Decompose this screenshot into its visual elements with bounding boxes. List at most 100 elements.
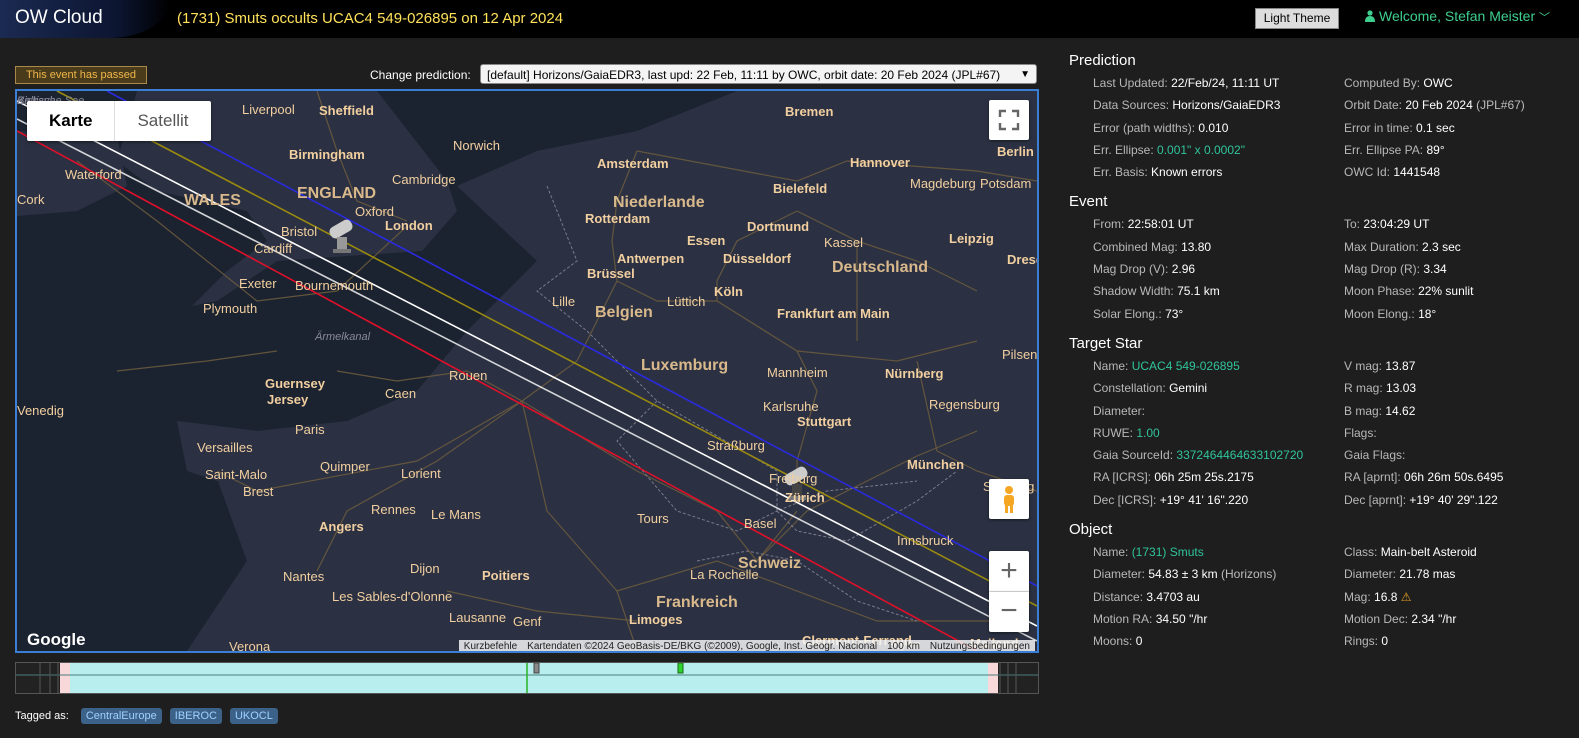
map-label: Les Sables-d'Olonne	[332, 589, 452, 604]
map-label: Liverpool	[242, 102, 295, 117]
info-value: 0.1 sec	[1416, 120, 1455, 135]
info-value: 0.010	[1198, 120, 1229, 135]
info-key: Name:	[1093, 545, 1129, 560]
map-label: Frankreich	[656, 594, 738, 611]
light-theme-button[interactable]: Light Theme	[1255, 8, 1339, 29]
map-label: Plymouth	[203, 301, 257, 316]
info-row: Dec [aprnt]: +19° 40' 29".122	[1344, 493, 1503, 515]
info-key: Error in time:	[1344, 120, 1413, 135]
info-key: Error (path widths):	[1093, 120, 1196, 135]
map-label: Freiburg	[769, 471, 817, 486]
info-row: To: 23:04:29 UT	[1344, 217, 1473, 239]
map-label: London	[385, 218, 433, 233]
info-value-extra: (JPL#67)	[1476, 98, 1525, 113]
event-timeline[interactable]	[15, 662, 1039, 694]
map-type-satellit[interactable]: Satellit	[115, 101, 210, 141]
info-row: Mag Drop (V): 2.96	[1093, 262, 1569, 284]
info-row: Max Duration: 2.3 sec	[1344, 240, 1473, 262]
street-view-pegman[interactable]	[989, 479, 1029, 519]
zoom-in-button[interactable]: +	[989, 551, 1029, 592]
info-link[interactable]: 0.001" x 0.0002"	[1157, 143, 1245, 157]
info-row: R mag: 13.03	[1344, 381, 1503, 403]
info-key: Name:	[1093, 358, 1129, 373]
info-row: Solar Elong.: 73°	[1093, 307, 1569, 329]
info-row: Shadow Width: 75.1 km	[1093, 284, 1569, 306]
info-value: Horizons/GaiaEDR3	[1172, 98, 1281, 113]
map-label: Verona	[229, 639, 271, 651]
info-value: 2.34 "/hr	[1411, 611, 1457, 626]
map-label: Straßburg	[707, 438, 765, 453]
info-value: 73°	[1165, 306, 1184, 321]
section-title: Prediction	[1069, 52, 1136, 69]
map-label: Deutschland	[832, 259, 928, 276]
info-key: Distance:	[1093, 589, 1144, 604]
info-row: Diameter: 21.78 mas	[1344, 567, 1477, 589]
map-label: Brüssel	[587, 266, 635, 281]
map-scale[interactable]: 100 km	[882, 640, 925, 651]
map-canvas[interactable]: Liverpool Sheffield Norwich Birmingham ENGLA…	[17, 91, 1037, 651]
info-value: OWC	[1423, 76, 1453, 90]
info-key: Flags:	[1344, 425, 1377, 440]
map-label: Rotterdam	[585, 211, 650, 226]
info-value: 23:04:29 UT	[1363, 217, 1430, 232]
info-link[interactable]: 3372464464633102720	[1176, 448, 1303, 462]
plus-icon: +	[1000, 554, 1018, 587]
brand-text[interactable]: OW Cloud	[15, 7, 103, 29]
map-data-credit[interactable]: Kartendaten ©2024 GeoBasis-DE/BKG (©2009…	[522, 640, 882, 651]
prediction-select-value: [default] Horizons/GaiaEDR3, last upd: 2…	[487, 68, 1001, 82]
column-right: To: 23:04:29 UT Max Duration: 2.3 sec Mag …	[1344, 217, 1473, 328]
info-link[interactable]: (1731) Smuts	[1132, 545, 1204, 559]
fullscreen-button[interactable]	[989, 100, 1029, 140]
column-right: Class: Main-belt Asteroid Diameter: 21.78…	[1344, 545, 1477, 656]
map-label: Pilsen	[1002, 347, 1037, 362]
info-value: 18°	[1418, 306, 1437, 321]
map-view[interactable]: Liverpool Sheffield Norwich Birmingham ENGLA…	[15, 89, 1039, 653]
warning-icon[interactable]: ⚠	[1397, 590, 1412, 604]
map-label: Bielefeld	[773, 181, 827, 196]
section-prediction: Prediction Last Updated: 22/Feb/24, 11:11…	[1069, 52, 1569, 187]
map-label: Guernsey	[265, 376, 326, 391]
event-passed-badge: This event has passed	[15, 66, 147, 84]
terms-link[interactable]: Nutzungsbedingungen	[925, 640, 1035, 651]
info-value: 16.8	[1374, 589, 1398, 604]
info-link[interactable]: UCAC4 549-026895	[1132, 359, 1240, 373]
tag-centraleurope[interactable]: CentralEurope	[80, 708, 162, 724]
info-key: Dec [ICRS]:	[1093, 492, 1157, 507]
tag-iberoc[interactable]: IBEROC	[169, 708, 222, 724]
info-row: Gaia Flags:	[1344, 448, 1503, 470]
info-row: Moon Elong.: 18°	[1344, 307, 1473, 329]
info-value: 75.1 km	[1177, 284, 1220, 299]
info-link[interactable]: 1.00	[1136, 426, 1159, 440]
map-label: Hannover	[850, 155, 910, 170]
info-value: +19° 41' 16".220	[1159, 492, 1249, 507]
user-menu[interactable]: Welcome, Stefan Meister ﹀	[1365, 8, 1550, 25]
brand-logo[interactable]: OW Cloud	[0, 0, 170, 38]
info-key: RA [aprnt]:	[1344, 470, 1401, 485]
details-panel: Prediction Last Updated: 22/Feb/24, 11:11…	[1069, 52, 1569, 663]
map-label: Limoges	[629, 612, 682, 627]
info-row: Combined Mag: 13.80	[1093, 240, 1569, 262]
map-label: Luxemburg	[641, 357, 728, 374]
map-type-control: Karte Satellit	[27, 101, 211, 141]
info-key: Gaia SourceId:	[1093, 448, 1174, 463]
info-key: Dec [aprnt]:	[1344, 492, 1407, 507]
timeline-chart[interactable]	[16, 663, 1038, 693]
prediction-select[interactable]: [default] Horizons/GaiaEDR3, last upd: 2…	[480, 64, 1037, 84]
info-value: 3.4703 au	[1146, 589, 1200, 604]
info-value: Main-belt Asteroid	[1380, 545, 1477, 560]
info-row: Diameter: 54.83 ± 3 km (Horizons)	[1093, 567, 1569, 589]
tag-ukocl[interactable]: UKOCL	[229, 708, 278, 724]
map-label: Waterford	[65, 167, 122, 182]
info-row: Name: (1731) Smuts	[1093, 545, 1569, 567]
info-key: Moon Elong.:	[1344, 306, 1415, 321]
map-label: Le Mans	[431, 507, 481, 522]
map-type-karte[interactable]: Karte	[27, 101, 116, 141]
info-row: B mag: 14.62	[1344, 404, 1503, 426]
section-title: Object	[1069, 521, 1113, 539]
map-label: Bournemouth	[295, 278, 373, 293]
info-key: Motion RA:	[1093, 611, 1153, 626]
info-row: Distance: 3.4703 au	[1093, 590, 1569, 612]
map-label: Köln	[714, 284, 743, 299]
zoom-out-button[interactable]: −	[989, 592, 1029, 632]
keyboard-shortcuts-link[interactable]: Kurzbefehle	[459, 640, 522, 651]
